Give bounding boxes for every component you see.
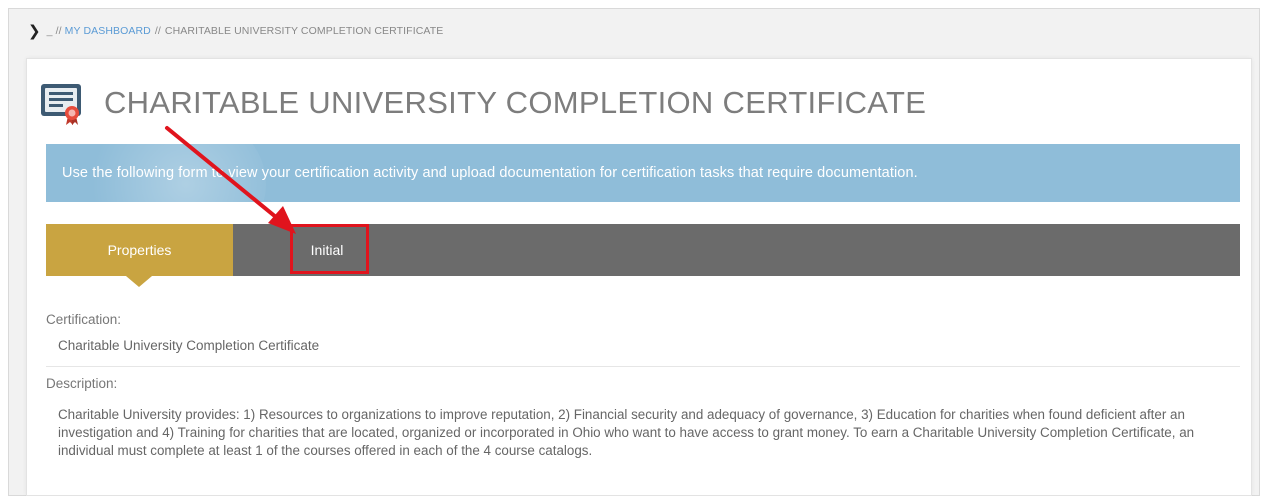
- certification-label: Certification:: [46, 312, 122, 327]
- breadcrumb-prefix: _ //: [46, 25, 62, 37]
- certification-value: Charitable University Completion Certifi…: [58, 338, 320, 353]
- certificate-icon: [40, 80, 86, 126]
- description-value: Charitable University provides: 1) Resou…: [58, 407, 1195, 458]
- page-title: CHARITABLE UNIVERSITY COMPLETION CERTIFI…: [104, 85, 927, 120]
- breadcrumb-separator: //: [154, 25, 161, 37]
- breadcrumb-current: CHARITABLE UNIVERSITY COMPLETION CERTIFI…: [164, 25, 444, 37]
- info-banner: Use the following form to view your cert…: [46, 144, 1240, 202]
- chevron-right-icon[interactable]: ❯: [28, 22, 41, 40]
- info-banner-text: Use the following form to view your cert…: [62, 165, 918, 181]
- page-header: CHARITABLE UNIVERSITY COMPLETION CERTIFI…: [40, 78, 926, 128]
- field-divider: [46, 366, 1240, 367]
- tab-properties[interactable]: Properties: [46, 224, 233, 287]
- breadcrumb: ❯ _ // MY DASHBOARD // CHARITABLE UNIVER…: [28, 20, 443, 42]
- description-label: Description:: [46, 376, 118, 391]
- annotation-highlight-box: [290, 224, 369, 274]
- breadcrumb-dashboard-link[interactable]: MY DASHBOARD: [65, 25, 151, 37]
- tab-bar: Properties Initial: [46, 224, 1240, 287]
